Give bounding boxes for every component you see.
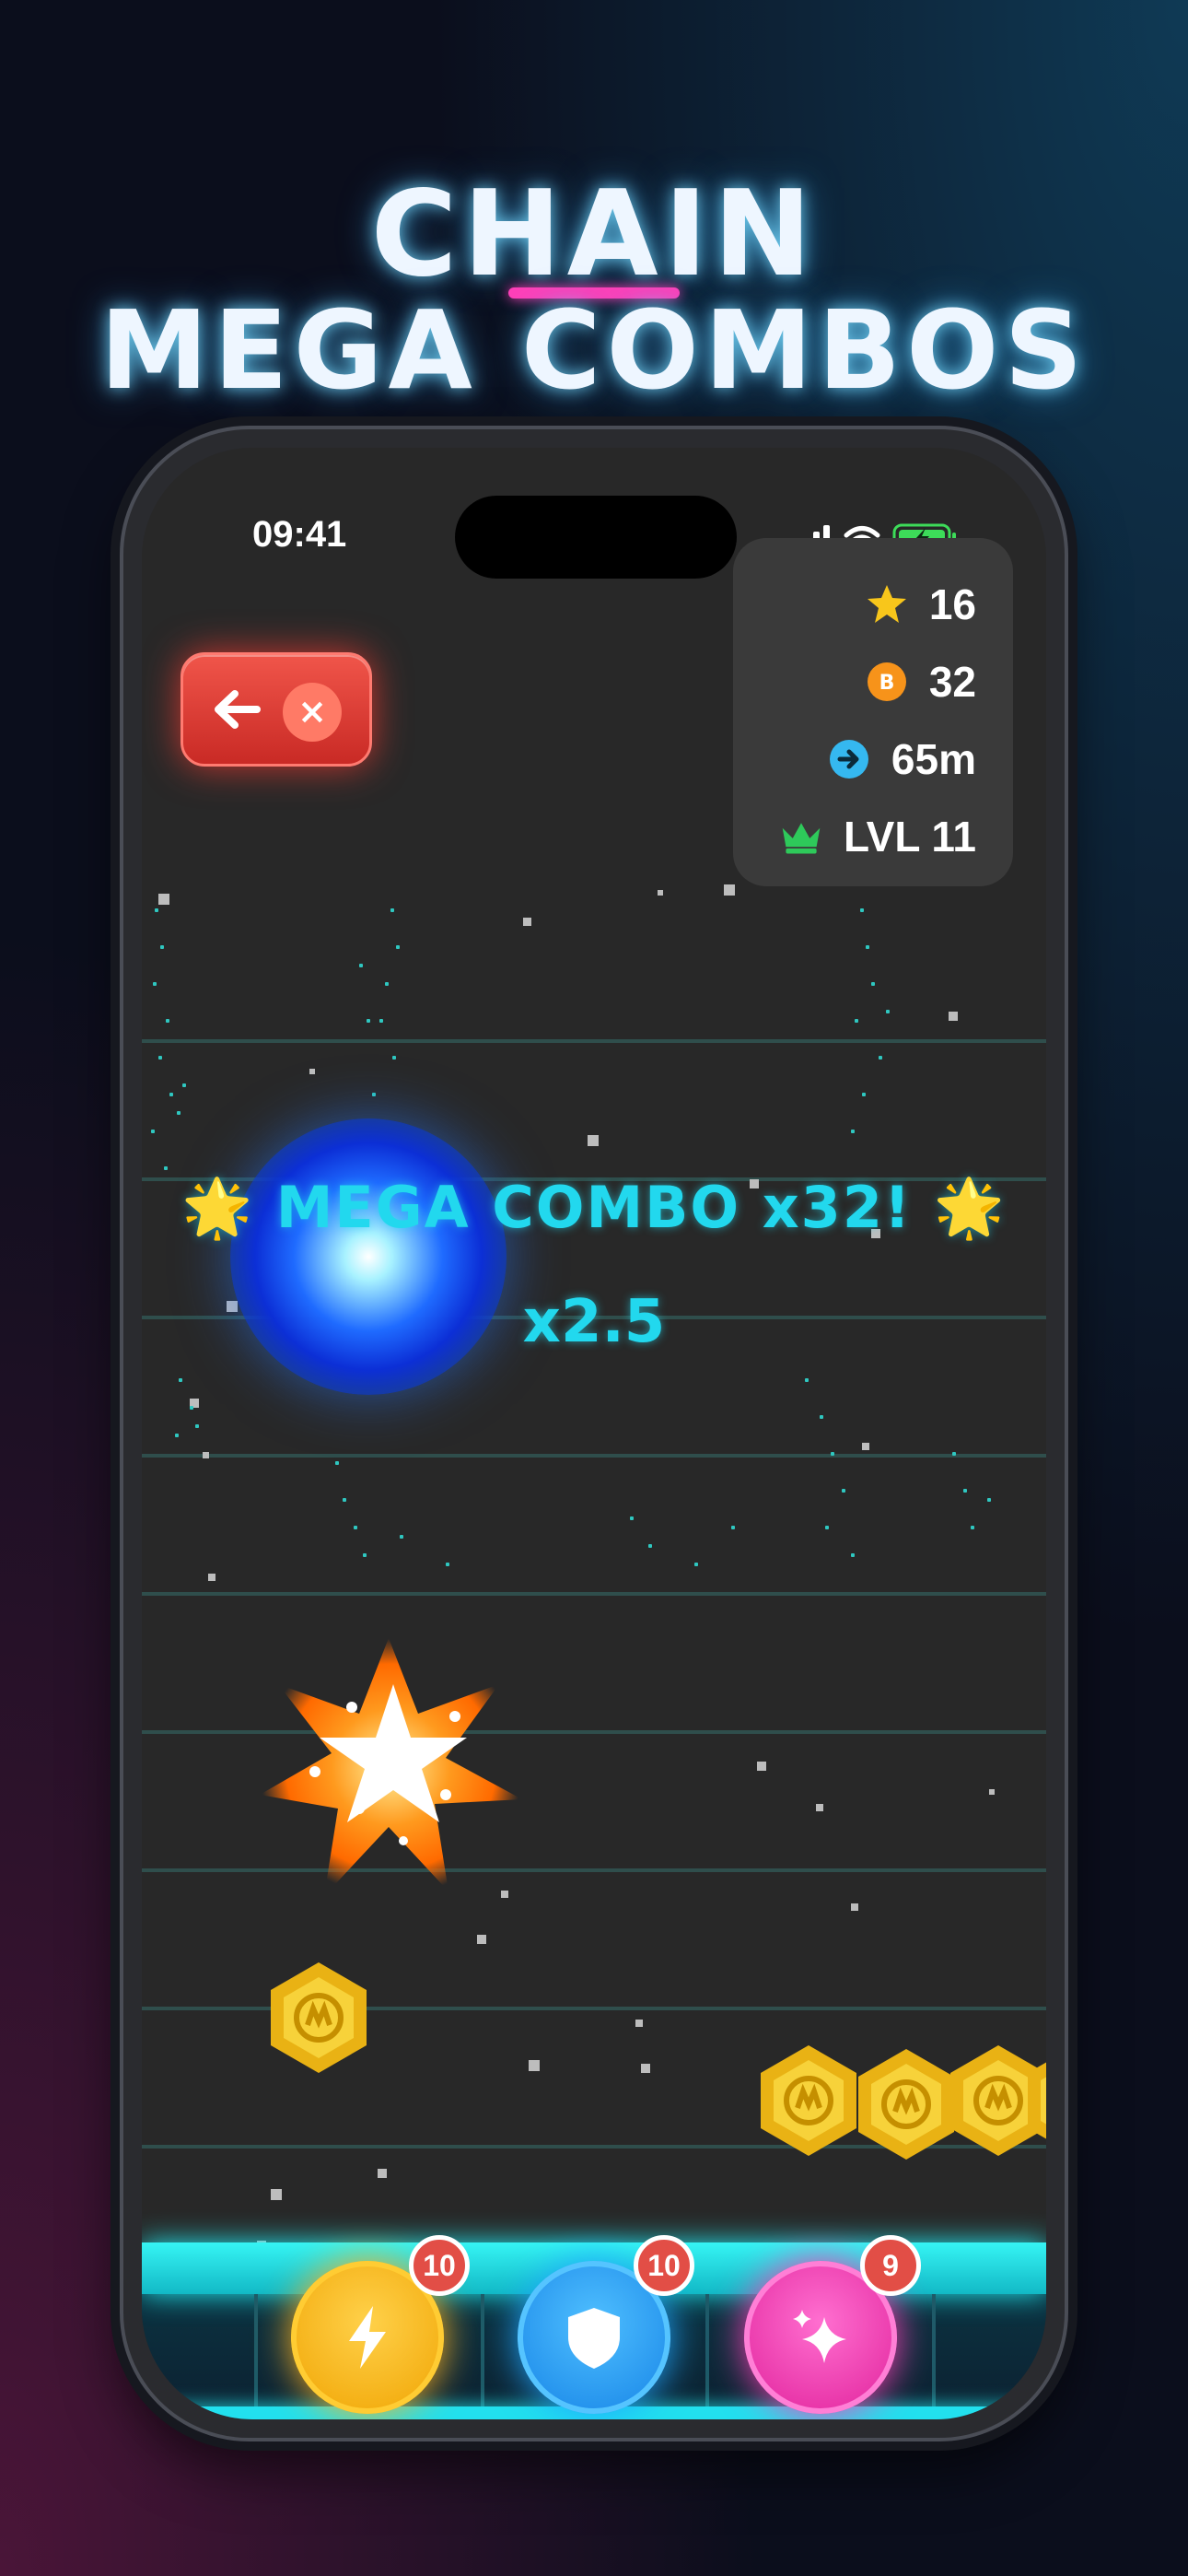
distance-value: 65m: [891, 735, 976, 783]
close-icon[interactable]: ×: [283, 683, 342, 742]
powerup-count-badge: 10: [409, 2235, 470, 2296]
lightning-icon: [349, 2306, 386, 2369]
dynamic-island: [455, 496, 737, 579]
game-screen[interactable]: 🌟 MEGA COMBO x32! 🌟 x2.5 09:41 × 16 B 32…: [142, 448, 1046, 2419]
speck: [635, 2020, 643, 2027]
coins-value: 32: [928, 658, 976, 706]
headline-line1: CHAIN: [370, 166, 818, 303]
lane-line: [142, 1592, 1046, 1596]
speck: [203, 1452, 209, 1458]
speck: [851, 1903, 858, 1911]
coin-icon: [1028, 2062, 1046, 2139]
status-time: 09:41: [252, 514, 347, 555]
speck: [158, 894, 169, 905]
sparkle-icon: [793, 2310, 846, 2363]
phone-frame: 🌟 MEGA COMBO x32! 🌟 x2.5 09:41 × 16 B 32…: [120, 426, 1068, 2441]
speck: [208, 1574, 215, 1581]
arrow-right-icon: [827, 737, 871, 781]
speck: [477, 1935, 486, 1944]
stat-level: LVL 11: [779, 809, 976, 864]
speck: [523, 918, 531, 926]
speck: [378, 2169, 387, 2178]
crown-icon: [779, 814, 823, 859]
level-value: LVL 11: [843, 813, 976, 861]
speck: [989, 1789, 995, 1795]
star-icon: [865, 582, 909, 626]
star-burst-icon: [260, 1638, 522, 1896]
speck: [949, 1012, 958, 1021]
speck: [724, 884, 735, 896]
coin-icon: [271, 1962, 367, 2073]
stat-distance: 65m: [827, 732, 976, 787]
speck: [862, 1443, 869, 1450]
combo-text: 🌟 MEGA COMBO x32! 🌟: [181, 1174, 1007, 1241]
lane-line: [142, 1039, 1046, 1043]
powerup-count-badge: 10: [634, 2235, 694, 2296]
back-button[interactable]: ×: [181, 652, 372, 767]
shield-icon: [568, 2308, 620, 2369]
bitcoin-icon: B: [865, 660, 909, 704]
stats-panel: 16 B 32 65m LVL 11: [733, 538, 1013, 886]
score-multiplier: x2.5: [522, 1288, 666, 1356]
lane-line: [142, 1454, 1046, 1458]
speck: [309, 1069, 315, 1074]
stat-coins: B 32: [865, 654, 976, 709]
speck: [641, 2064, 650, 2073]
back-arrow-icon: [215, 690, 261, 729]
speck: [757, 1762, 766, 1771]
speck: [271, 2189, 282, 2200]
headline-line2: MEGA COMBOS: [99, 287, 1089, 414]
powerup-count-badge: 9: [860, 2235, 921, 2296]
speck: [658, 890, 663, 896]
stars-value: 16: [928, 580, 976, 628]
stat-stars: 16: [865, 577, 976, 632]
speck: [529, 2060, 540, 2071]
speck: [816, 1804, 823, 1811]
svg-text:B: B: [879, 672, 894, 695]
speck: [588, 1135, 599, 1146]
